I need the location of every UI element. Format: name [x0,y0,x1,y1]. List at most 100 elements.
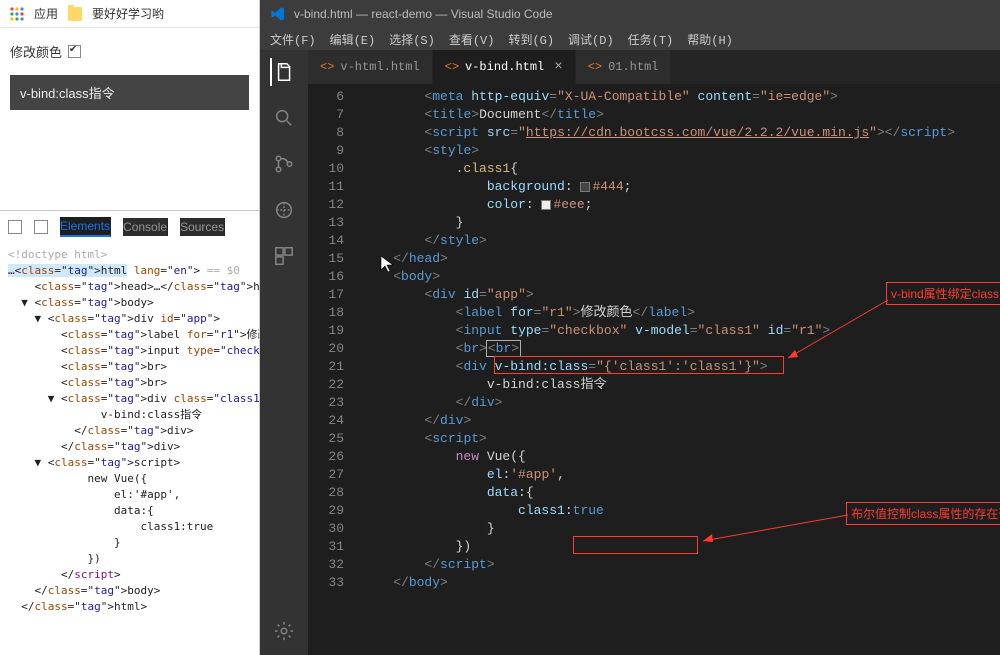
tab-console[interactable]: Console [123,218,168,236]
dom-node[interactable]: <class="tag">br> [8,375,251,391]
explorer-icon[interactable] [270,58,298,86]
code-line[interactable]: </div> [362,394,992,412]
menu-item[interactable]: 查看(V) [449,31,495,48]
menu-item[interactable]: 帮助(H) [687,31,733,48]
devtools: Elements Console Sources <!doctype html>… [0,210,259,655]
label-modify-color: 修改颜色 [10,42,62,61]
dom-node[interactable]: ▼ <class="tag">div id="app"> [8,311,251,327]
class1-box: v-bind:class指令 [10,75,249,110]
apps-icon[interactable] [10,7,24,21]
code-line[interactable]: color: #eee; [362,196,992,214]
dom-node[interactable]: </class="tag">div> [8,423,251,439]
code-line[interactable]: </style> [362,232,992,250]
menu-item[interactable]: 编辑(E) [330,31,376,48]
inspect-icon[interactable] [8,220,22,234]
bookmark-apps[interactable]: 应用 [34,5,58,22]
dom-node[interactable]: el:'#app', [8,487,251,503]
vscode-logo-icon [270,6,286,22]
code-line[interactable]: v-bind:class指令 [362,376,992,394]
dom-node[interactable]: data:{ [8,503,251,519]
code-line[interactable]: background: #444; [362,178,992,196]
bookmark-folder[interactable]: 要好好学习哟 [92,5,164,22]
menu-item[interactable]: 选择(S) [389,31,435,48]
code-line[interactable]: </head> [362,250,992,268]
checkbox-r1[interactable] [68,45,81,58]
browser-panel: 应用 要好好学习哟 修改颜色 v-bind:class指令 Elements C… [0,0,260,655]
annotation-highlight-vbind [494,356,784,374]
dom-node[interactable]: </class="tag">html> [8,599,251,615]
titlebar: v-bind.html — react-demo — Visual Studio… [260,0,1000,28]
code-line[interactable]: new Vue({ [362,448,992,466]
dom-tree[interactable]: <!doctype html>…<class="tag">html lang="… [0,243,259,655]
vscode: v-bind.html — react-demo — Visual Studio… [260,0,1000,655]
devtools-tabs: Elements Console Sources [0,217,259,243]
dom-node[interactable]: <class="tag">input type="checkbox" id="r… [8,343,251,359]
git-icon[interactable] [270,150,298,178]
dom-node[interactable]: class1:true [8,519,251,535]
code-line[interactable]: .class1{ [362,160,992,178]
dom-node[interactable]: <class="tag">head>…</class="tag">head> [8,279,251,295]
dom-node[interactable]: …<class="tag">html lang="en"> == $0 [8,263,251,279]
dom-node[interactable]: </class="tag">body> [8,583,251,599]
settings-icon[interactable] [270,617,298,645]
menu-item[interactable]: 调试(D) [568,31,614,48]
tab-sources[interactable]: Sources [180,218,225,236]
html-file-icon: <> [588,60,602,74]
dom-node[interactable]: <!doctype html> [8,247,251,263]
tab-label: v-html.html [340,60,419,74]
search-icon[interactable] [270,104,298,132]
dom-node[interactable]: ▼ <class="tag">script> [8,455,251,471]
code-line[interactable]: el:'#app', [362,466,992,484]
tab-label: 01.html [608,60,658,74]
tab-label: v-bind.html [465,60,544,74]
tabstrip: <> v-html.html <> v-bind.html × <> 01.html [308,50,1000,84]
bookmarks-bar: 应用 要好好学习哟 [0,0,259,28]
line-gutter: 6789101112131415161718192021222324252627… [308,84,362,655]
dom-node[interactable]: }) [8,551,251,567]
code-line[interactable]: <label for="r1">修改颜色</label> [362,304,992,322]
code-line[interactable]: <script> [362,430,992,448]
menubar: 文件(F) 编辑(E) 选择(S) 查看(V) 转到(G) 调试(D) 任务(T) 帮助(H) [260,28,1000,50]
rendered-page: 修改颜色 v-bind:class指令 [0,28,259,120]
code-line[interactable]: <style> [362,142,992,160]
folder-icon[interactable] [68,7,82,21]
dom-node[interactable]: ▼ <class="tag">div class="class1"> [8,391,251,407]
annotation-label-bool: 布尔值控制class属性的存在否 [846,502,1000,525]
editor-tab[interactable]: <> v-html.html [308,50,433,84]
close-icon[interactable]: × [554,59,562,75]
menu-item[interactable]: 文件(F) [270,31,316,48]
dom-node[interactable]: <class="tag">label for="r1">修改颜色</class=… [8,327,251,343]
debug-icon[interactable] [270,196,298,224]
tab-elements[interactable]: Elements [60,217,111,237]
dom-node[interactable]: <class="tag">br> [8,359,251,375]
html-file-icon: <> [445,60,459,74]
dom-node[interactable]: v-bind:class指令 [8,407,251,423]
code-line[interactable]: </div> [362,412,992,430]
code-line[interactable]: <script src="https://cdn.bootcss.com/vue… [362,124,992,142]
dom-node[interactable]: } [8,535,251,551]
code-line[interactable]: </script> [362,556,992,574]
code-line[interactable]: <meta http-equiv="X-UA-Compatible" conte… [362,88,992,106]
code-line[interactable]: <input type="checkbox" v-model="class1" … [362,322,992,340]
dom-node[interactable]: </script> [8,567,251,583]
annotation-label-vbind: v-bind属性绑定class [886,282,1000,305]
annotation-highlight-bool [573,536,698,554]
dom-node[interactable]: </class="tag">div> [8,439,251,455]
menu-item[interactable]: 任务(T) [628,31,674,48]
code-line[interactable]: data:{ [362,484,992,502]
code-line[interactable]: </body> [362,574,992,592]
code-line[interactable]: } [362,214,992,232]
window-title: v-bind.html — react-demo — Visual Studio… [294,7,553,21]
mouse-cursor-icon [380,255,394,273]
dom-node[interactable]: ▼ <class="tag">body> [8,295,251,311]
editor-tab[interactable]: <> v-bind.html × [433,50,576,84]
editor-area: <> v-html.html <> v-bind.html × <> 01.html 678… [308,50,1000,655]
activity-bar [260,50,308,655]
editor-tab[interactable]: <> 01.html [576,50,672,84]
dom-node[interactable]: new Vue({ [8,471,251,487]
menu-item[interactable]: 转到(G) [508,31,554,48]
html-file-icon: <> [320,60,334,74]
code-line[interactable]: <title>Document</title> [362,106,992,124]
device-icon[interactable] [34,220,48,234]
extensions-icon[interactable] [270,242,298,270]
